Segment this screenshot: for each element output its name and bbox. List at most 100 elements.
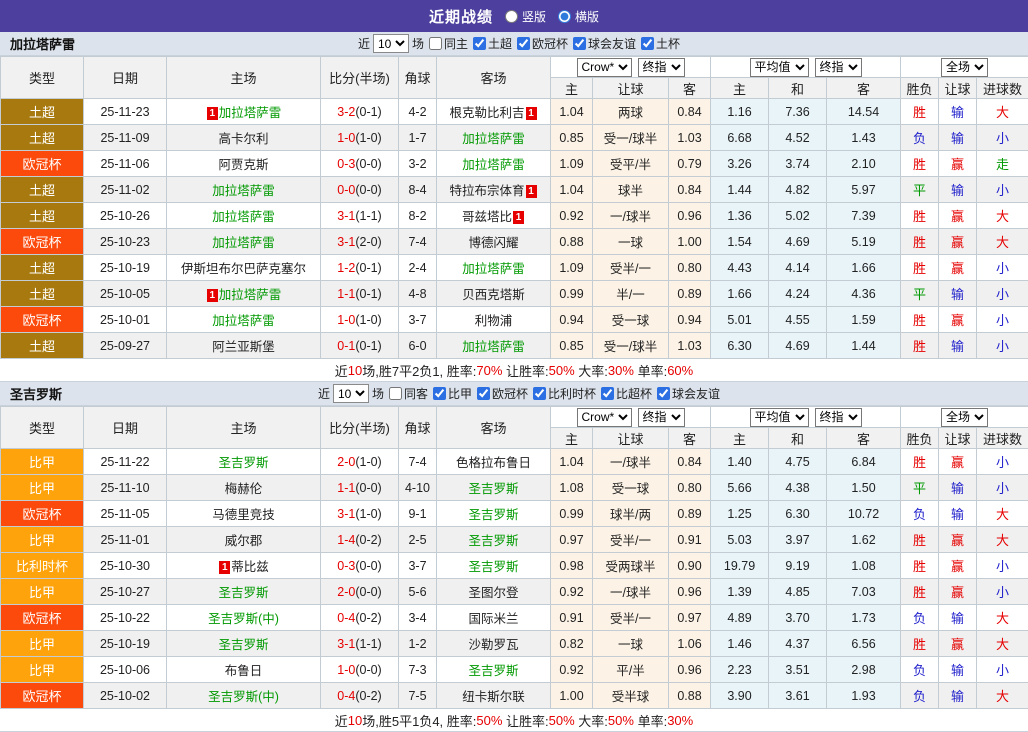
avg-draw: 4.69 [768, 228, 828, 255]
league-checkbox[interactable] [477, 387, 490, 400]
away-team-link[interactable]: 加拉塔萨雷 [462, 262, 525, 276]
recent-count-select[interactable]: 10 [332, 384, 369, 403]
avg-source-select[interactable]: 平均值 [749, 407, 809, 427]
league-checkbox[interactable] [533, 387, 547, 400]
layout-option-horizontal[interactable]: 横版 [558, 8, 599, 25]
same-venue-filter[interactable]: 同主 [424, 35, 468, 52]
home-team-link[interactable]: 圣吉罗斯(中) [208, 612, 279, 626]
league-filter[interactable]: 比利时杯 [528, 385, 596, 402]
avg-home: 5.03 [710, 526, 770, 553]
result-scope-select[interactable]: 全场 [941, 57, 989, 77]
avg-stage-select[interactable]: 终指 [814, 407, 862, 427]
home-team-link[interactable]: 阿兰亚斯堡 [212, 340, 275, 354]
home-team-link[interactable]: 加拉塔萨雷 [212, 210, 275, 224]
avg-stage-select[interactable]: 终指 [814, 57, 862, 77]
result-outcome: 胜 [900, 228, 940, 255]
home-team-link[interactable]: 加拉塔萨雷 [219, 288, 282, 302]
away-team-link[interactable]: 加拉塔萨雷 [462, 158, 525, 172]
same-venue-checkbox[interactable] [428, 37, 442, 50]
home-team-link[interactable]: 圣吉罗斯(中) [208, 690, 279, 704]
avg-away: 1.66 [826, 254, 902, 281]
away-team-link[interactable]: 国际米兰 [468, 612, 518, 626]
result-outcome: 平 [900, 176, 940, 203]
avg-draw: 3.74 [768, 150, 828, 177]
away-team-cell: 圣吉罗斯 [436, 656, 551, 683]
away-team-link[interactable]: 加拉塔萨雷 [462, 132, 525, 146]
away-team-link[interactable]: 利物浦 [475, 314, 513, 328]
league-checkbox[interactable] [517, 37, 531, 50]
league-checkbox[interactable] [657, 387, 671, 400]
away-team-link[interactable]: 圣吉罗斯 [468, 664, 518, 678]
league-filter[interactable]: 土超 [468, 35, 512, 52]
away-team-link[interactable]: 根克勒比利吉 [449, 106, 524, 120]
league-filter[interactable]: 比甲 [428, 385, 472, 402]
odds-away: 0.89 [667, 500, 712, 527]
away-team-link[interactable]: 圣吉罗斯 [468, 482, 518, 496]
home-team-link[interactable]: 梅赫伦 [225, 482, 263, 496]
league-checkbox[interactable] [573, 37, 587, 50]
home-team-link[interactable]: 圣吉罗斯 [218, 586, 268, 600]
away-team-link[interactable]: 纽卡斯尔联 [462, 690, 525, 704]
odds-source-select[interactable]: Crow* [576, 57, 632, 77]
away-team-link[interactable]: 色格拉布鲁日 [456, 456, 531, 470]
league-filter[interactable]: 球会友谊 [652, 385, 720, 402]
away-team-link[interactable]: 博德闪耀 [468, 236, 518, 250]
league-filter[interactable]: 球会友谊 [568, 35, 636, 52]
halftime-score: (1-1) [355, 636, 382, 651]
home-team-link[interactable]: 蒂比兹 [231, 560, 269, 574]
league-checkbox[interactable] [432, 387, 446, 400]
league-checkbox[interactable] [473, 37, 486, 50]
same-venue-filter[interactable]: 同客 [384, 385, 428, 402]
horizontal-layout-radio[interactable] [558, 9, 571, 23]
league-filter[interactable]: 欧冠杯 [512, 35, 568, 52]
odds-source-select[interactable]: Crow* [576, 407, 632, 427]
league-checkbox[interactable] [601, 387, 615, 400]
recent-count-select[interactable]: 10 [372, 34, 409, 53]
away-team-link[interactable]: 加拉塔萨雷 [462, 340, 525, 354]
avg-source-select[interactable]: 平均值 [749, 57, 809, 77]
away-team-link[interactable]: 特拉布宗体育 [449, 184, 524, 198]
league-filter[interactable]: 土杯 [636, 35, 680, 52]
league-filter[interactable]: 比超杯 [596, 385, 652, 402]
odds-stage-select[interactable]: 终指 [637, 407, 685, 427]
league-checkbox[interactable] [641, 37, 655, 50]
layout-option-vertical[interactable]: 竖版 [504, 8, 546, 25]
home-team-link[interactable]: 马德里竞技 [212, 508, 275, 522]
away-team-link[interactable]: 圣图尔登 [468, 586, 518, 600]
matches-table: 类型 日期 主场 比分(半场) 角球 客场 Crow* 终指 平均值 终指 全场主让球客主和客胜负让… [0, 56, 1028, 359]
vertical-layout-radio[interactable] [504, 9, 518, 23]
summary-value: 30% [607, 362, 634, 378]
away-team-cell: 根克勒比利吉 1 [436, 98, 551, 125]
column-header: 比分(半场) [320, 406, 399, 449]
odds-home: 0.82 [550, 630, 593, 657]
home-team-link[interactable]: 圣吉罗斯 [218, 456, 268, 470]
league-filter[interactable]: 欧冠杯 [472, 385, 528, 402]
avg-home: 4.43 [710, 254, 770, 281]
home-team-link[interactable]: 加拉塔萨雷 [212, 236, 275, 250]
away-team-link[interactable]: 圣吉罗斯 [468, 508, 518, 522]
away-team-link[interactable]: 哥兹塔比 [462, 210, 512, 224]
away-team-link[interactable]: 沙勒罗瓦 [468, 638, 518, 652]
match-type-badge: 欧冠杯 [0, 682, 84, 709]
away-team-link[interactable]: 圣吉罗斯 [468, 534, 518, 548]
home-team-link[interactable]: 伊斯坦布尔巴萨克塞尔 [181, 262, 306, 276]
home-team-link[interactable]: 阿贾克斯 [218, 158, 268, 172]
home-team-link[interactable]: 加拉塔萨雷 [212, 314, 275, 328]
home-team-link[interactable]: 圣吉罗斯 [218, 638, 268, 652]
odds-stage-select[interactable]: 终指 [637, 57, 685, 77]
match-row: 欧冠杯 25-11-06 阿贾克斯 0-3(0-0) 3-2 加拉塔萨雷 1.09 受平/半 0… [0, 150, 1028, 177]
match-date: 25-10-19 [83, 630, 167, 657]
result-scope-select[interactable]: 全场 [941, 407, 989, 427]
home-team-link[interactable]: 威尔郡 [225, 534, 263, 548]
home-team-link[interactable]: 加拉塔萨雷 [219, 106, 282, 120]
avg-draw: 3.70 [768, 604, 828, 631]
home-team-link[interactable]: 高卡尔利 [218, 132, 268, 146]
odds-away: 0.96 [667, 656, 712, 683]
result-handicap: 赢 [938, 630, 978, 657]
vertical-layout-label: 竖版 [521, 9, 546, 24]
home-team-link[interactable]: 布鲁日 [225, 664, 263, 678]
same-venue-checkbox[interactable] [388, 387, 402, 400]
away-team-link[interactable]: 贝西克塔斯 [462, 288, 525, 302]
home-team-link[interactable]: 加拉塔萨雷 [212, 184, 275, 198]
away-team-link[interactable]: 圣吉罗斯 [468, 560, 518, 574]
